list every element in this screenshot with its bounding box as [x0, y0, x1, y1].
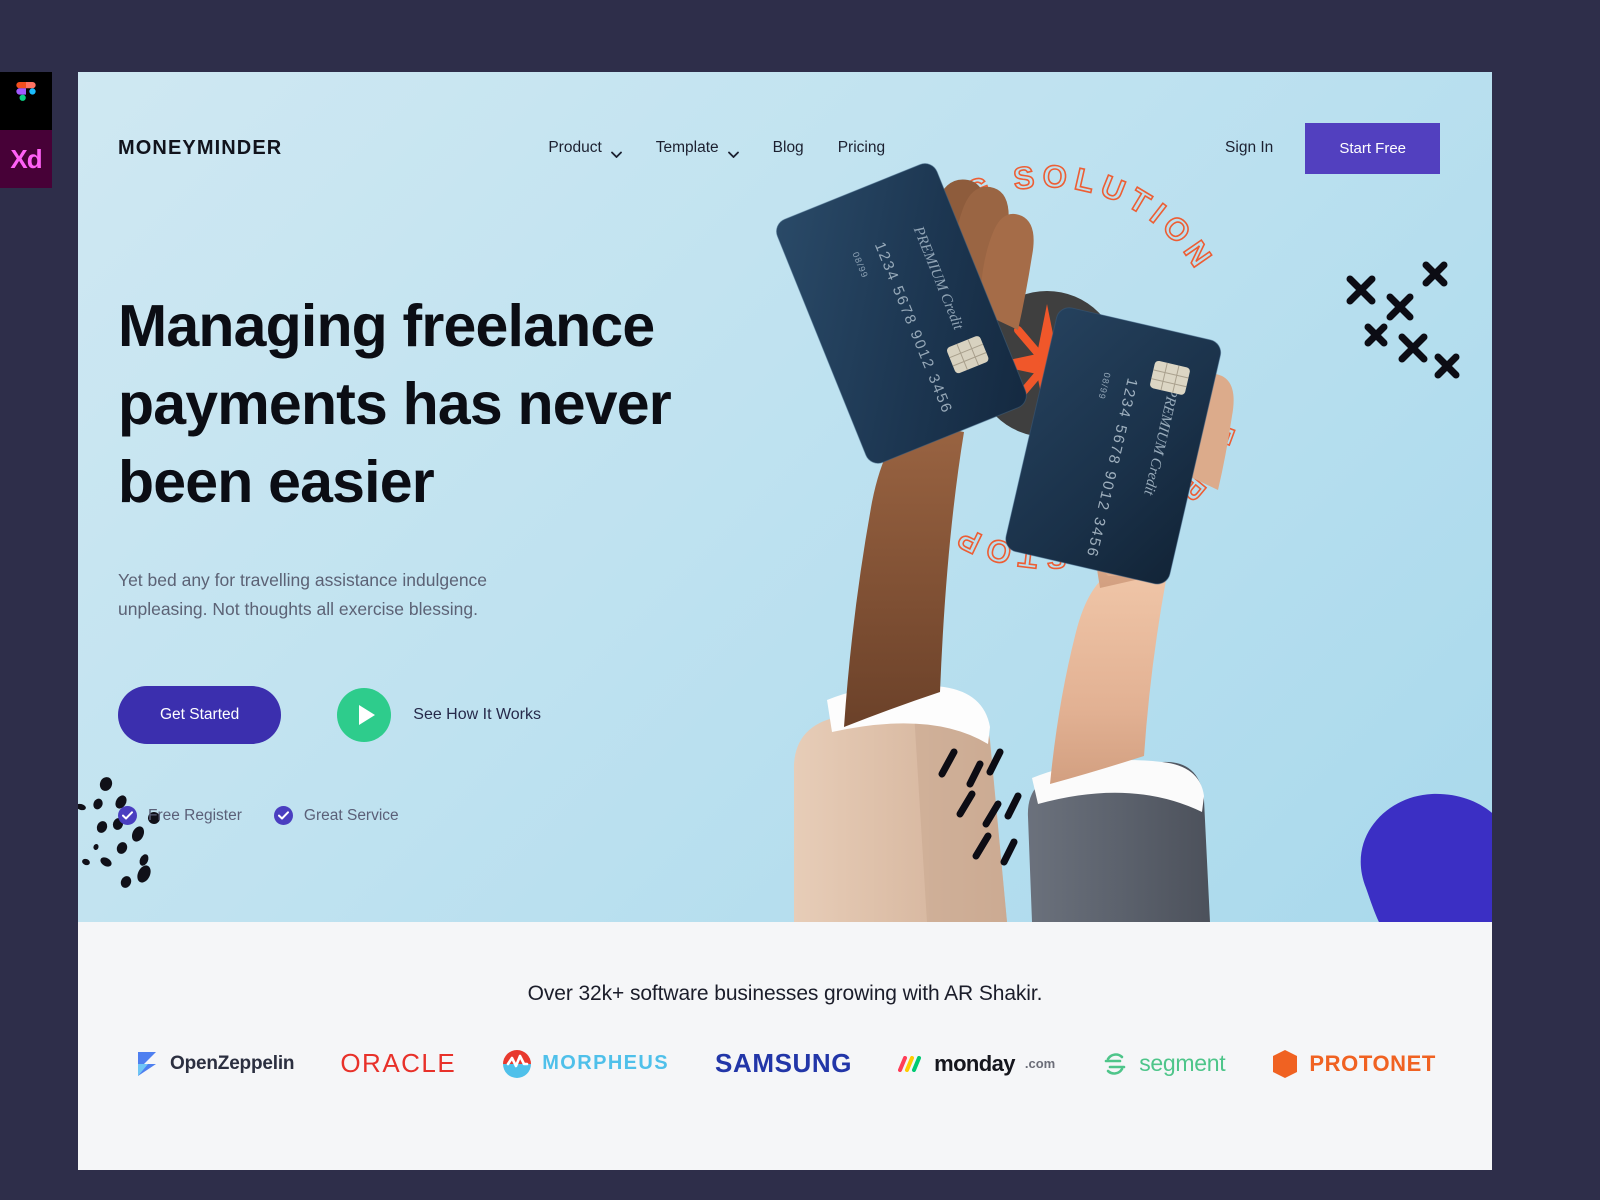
hero-content: Managing freelance payments has never be… [78, 288, 718, 826]
nav-item-blog-label: Blog [772, 139, 804, 156]
nav-item-template-label: Template [655, 139, 719, 156]
logo-openzeppelin: OpenZeppelin [134, 1050, 295, 1078]
logo-monday: monday .com [898, 1051, 1055, 1077]
feature-free-register: Free Register [118, 806, 242, 826]
segment-icon [1104, 1052, 1126, 1075]
hero-features: Free Register Great Service [118, 806, 718, 826]
sign-in-link[interactable]: Sign In [1225, 139, 1273, 157]
logo-label: ORACLE [340, 1048, 457, 1078]
brand-logo[interactable]: MONEYMINDER [118, 137, 282, 160]
feature-great-service: Great Service [273, 806, 399, 826]
logo-label: OpenZeppelin [170, 1052, 295, 1074]
nav-item-pricing[interactable]: Pricing [838, 139, 885, 157]
adobe-xd-label: Xd [10, 143, 42, 174]
morpheus-icon [503, 1049, 532, 1078]
app-rail: Xd [0, 72, 52, 188]
play-icon [337, 688, 392, 743]
monday-icon [898, 1055, 922, 1072]
nav-item-blog[interactable]: Blog [773, 139, 804, 157]
logo-oracle: ORACLE [340, 1048, 456, 1079]
page-frame: BANKING SOLUTION FOR ONE STOP [78, 72, 1492, 1170]
feature-label: Great Service [303, 806, 399, 824]
hero-cta-row: Get Started See How It Works [118, 686, 718, 745]
hero-section: BANKING SOLUTION FOR ONE STOP [78, 72, 1492, 922]
logo-label: SAMSUNG [715, 1048, 853, 1078]
logo-row: OpenZeppelin ORACLE MORPHEUS SAMSUNG mon… [78, 1048, 1492, 1079]
nav-item-pricing-label: Pricing [837, 139, 886, 156]
social-proof-title: Over 32k+ software businesses growing wi… [527, 982, 1043, 1005]
openzeppelin-icon [138, 1051, 157, 1076]
start-free-button[interactable]: Start Free [1305, 122, 1440, 174]
logo-segment: segment [1101, 1050, 1226, 1078]
logo-label: PROTONET [1309, 1050, 1436, 1076]
protonet-icon [1273, 1049, 1298, 1078]
check-icon [118, 806, 137, 826]
chevron-down-icon [610, 145, 622, 158]
logo-samsung: SAMSUNG [715, 1048, 852, 1079]
chevron-down-icon [727, 145, 739, 158]
main-navigation: MONEYMINDER Product Template Blog Pricin… [78, 72, 1492, 178]
see-how-it-works-button[interactable]: See How It Works [337, 688, 542, 743]
page-title: Managing freelance payments has never be… [118, 293, 672, 515]
logo-label: monday [934, 1050, 1015, 1076]
see-how-it-works-label: See How It Works [413, 706, 542, 724]
nav-item-template[interactable]: Template [655, 139, 739, 158]
nav-actions: Sign In Start Free [1225, 122, 1440, 174]
feature-label: Free Register [148, 806, 242, 824]
nav-links: Product Template Blog Pricing [548, 139, 885, 158]
nav-item-product-label: Product [548, 139, 602, 156]
adobe-xd-icon[interactable]: Xd [0, 130, 52, 188]
hero-photo: BANKING SOLUTION FOR ONE STOP [776, 158, 1236, 922]
logo-morpheus: MORPHEUS [502, 1049, 669, 1079]
logo-protonet: PROTONET [1271, 1049, 1436, 1079]
logo-suffix: .com [1024, 1056, 1056, 1071]
nav-item-product[interactable]: Product [548, 139, 622, 158]
figma-icon[interactable] [0, 72, 52, 130]
social-proof-section: Over 32k+ software businesses growing wi… [78, 922, 1492, 1170]
logo-label: MORPHEUS [542, 1052, 670, 1074]
hero-subtitle: Yet bed any for travelling assistance in… [118, 569, 488, 620]
logo-label: segment [1139, 1050, 1226, 1076]
get-started-button[interactable]: Get Started [118, 686, 282, 745]
check-icon [273, 806, 293, 826]
